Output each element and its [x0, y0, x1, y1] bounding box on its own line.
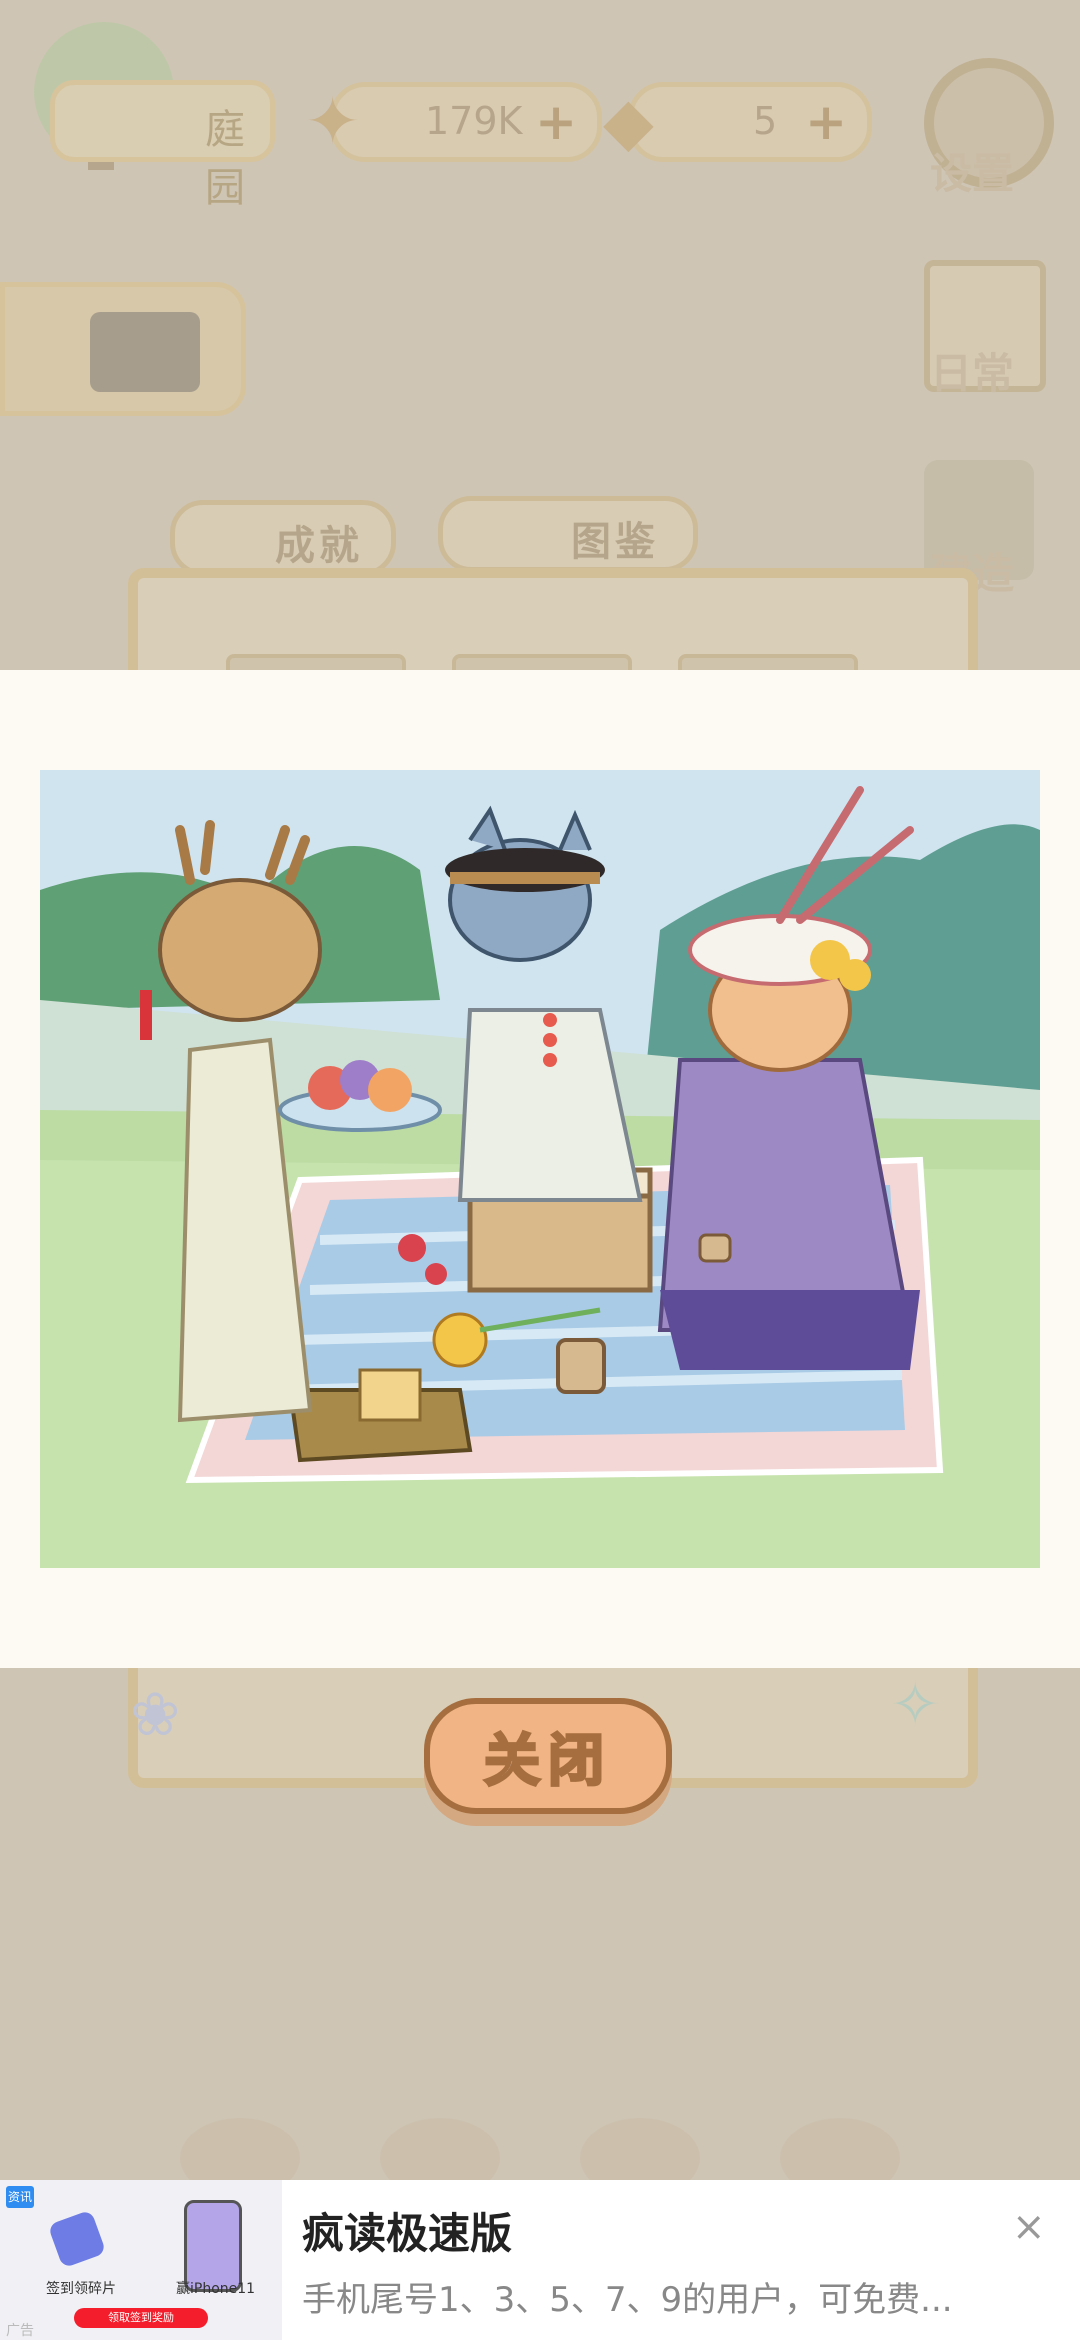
- home-badge[interactable]: 庭园: [50, 80, 275, 211]
- ad-title[interactable]: 疯读极速版: [302, 2200, 512, 2261]
- picnic-illustration-svg: [40, 770, 1040, 1568]
- ad-cta-button[interactable]: 领取签到奖励: [74, 2308, 208, 2328]
- cake-value: 5: [753, 99, 778, 143]
- tab-collection-label: 图鉴: [571, 519, 659, 565]
- tab-collection[interactable]: 图鉴: [438, 496, 698, 572]
- fish-icon: ✦: [305, 83, 361, 160]
- ad-badge: 资讯: [6, 2186, 34, 2208]
- collection-image-popup: [0, 670, 1080, 1668]
- daily-label: 日常: [930, 349, 1015, 398]
- ad-label: 广告: [6, 2323, 34, 2339]
- ad-caption-left: 签到领碎片: [46, 2281, 116, 2297]
- close-button[interactable]: 关闭: [424, 1698, 672, 1814]
- close-button-label: 关闭: [483, 1727, 612, 1795]
- butterfly-icon: ❀: [130, 1680, 181, 1750]
- fish-value: 179K: [425, 99, 523, 143]
- dragonfly-icon: ✧: [890, 1670, 941, 1740]
- ad-banner[interactable]: 资讯 签到领碎片 赢iPhone11 领取签到奖励 广告 疯读极速版 手机尾号1…: [0, 2180, 1080, 2340]
- ad-description[interactable]: 手机尾号1、3、5、7、9的用户，可免费...: [302, 2272, 953, 2321]
- tab-achievement-label: 成就: [275, 523, 363, 569]
- settings-label: 设置: [930, 149, 1015, 198]
- close-icon[interactable]: ×: [1012, 2204, 1046, 2250]
- bag-icon[interactable]: [90, 312, 200, 392]
- ad-thumbnail[interactable]: 资讯 签到领碎片 赢iPhone11 领取签到奖励 广告: [0, 2180, 282, 2340]
- cake-icon: ◆: [603, 83, 654, 160]
- fish-currency[interactable]: ✦ 179K +: [305, 82, 602, 162]
- add-cake-icon[interactable]: +: [805, 93, 847, 151]
- ad-caption-right: 赢iPhone11: [176, 2281, 256, 2297]
- puzzle-icon: [47, 2209, 107, 2269]
- picnic-illustration: [40, 770, 1040, 1568]
- add-fish-icon[interactable]: +: [535, 93, 577, 151]
- home-label: 庭园: [205, 107, 245, 211]
- tab-achievement[interactable]: 成就: [170, 500, 396, 576]
- cake-currency[interactable]: ◆ 5 +: [603, 82, 872, 162]
